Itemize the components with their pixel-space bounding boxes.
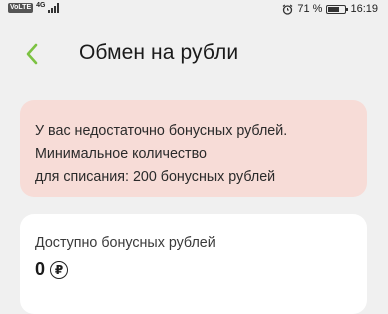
status-bar-left: VoLTE 4G <box>8 1 60 13</box>
balance-value: 0 <box>35 259 46 279</box>
ruble-icon: ₽ <box>50 260 69 279</box>
alert-line: Минимальное количество <box>35 146 207 162</box>
chevron-left-icon <box>26 43 38 65</box>
alarm-icon <box>282 4 293 15</box>
status-bar-right: 71 % 16:19 <box>282 3 378 15</box>
status-bar: VoLTE 4G 71 % 16:19 <box>0 0 388 22</box>
alert-line: для списания: 200 бонусных рублей <box>35 169 276 185</box>
network-type: 4G <box>36 1 46 9</box>
insufficient-balance-alert: У вас недостаточно бонусных рублей. Мини… <box>20 100 367 197</box>
signal-icon <box>48 3 60 13</box>
battery-percent: 71 % <box>297 3 323 15</box>
back-button[interactable] <box>20 40 44 68</box>
battery-level <box>328 6 340 12</box>
volte-icon: VoLTE <box>8 3 34 13</box>
balance-row: 0 ₽ <box>35 259 352 280</box>
page-title: Обмен на рубли <box>79 41 239 64</box>
balance-label: Доступно бонусных рублей <box>35 235 216 251</box>
clock: 16:19 <box>350 3 378 15</box>
battery-icon <box>326 4 349 14</box>
header: Обмен на рубли <box>0 30 388 78</box>
alert-line: У вас недостаточно бонусных рублей. <box>35 123 288 139</box>
balance-card: Доступно бонусных рублей 0 ₽ <box>20 214 367 314</box>
